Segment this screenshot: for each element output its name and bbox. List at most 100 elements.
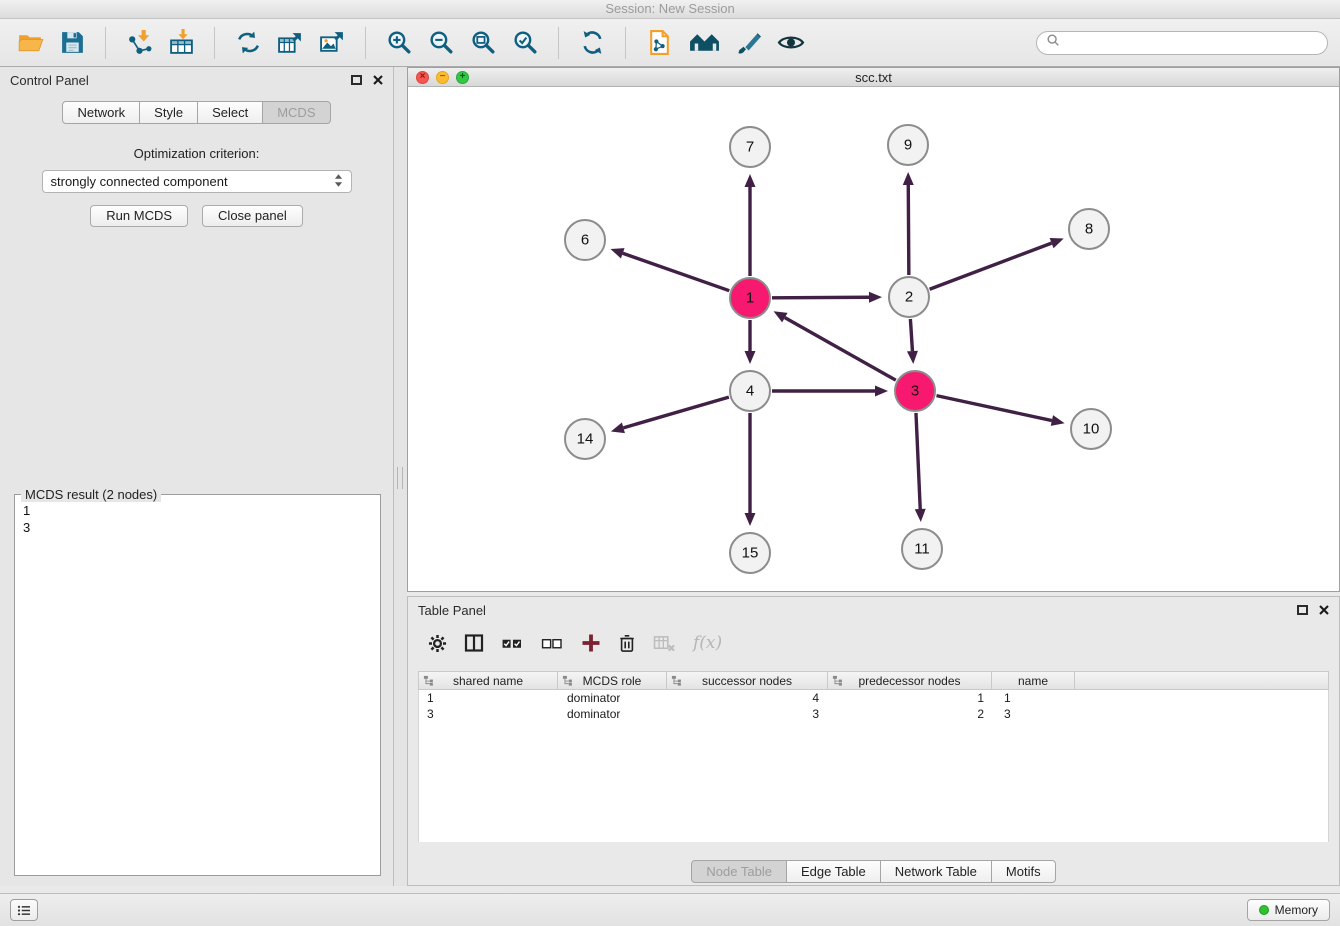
table-panel: Table Panel f(x) shared (407, 596, 1340, 886)
search-box[interactable] (1036, 31, 1328, 55)
svg-text:4: 4 (746, 383, 754, 400)
column-header-successor-nodes[interactable]: successor nodes (666, 671, 828, 690)
tab-motifs[interactable]: Motifs (991, 860, 1056, 883)
graph-node-11[interactable]: 11 (902, 529, 942, 569)
network-file-icon[interactable] (641, 24, 677, 62)
style-paint-icon[interactable] (731, 24, 767, 62)
select-all-columns-icon[interactable] (501, 635, 524, 652)
status-bar: Memory (0, 893, 1340, 926)
close-panel-button[interactable]: Close panel (202, 205, 303, 227)
column-type-icon (562, 675, 573, 689)
zoom-out-icon[interactable] (423, 24, 459, 62)
network-overview-icon[interactable] (683, 24, 725, 62)
tab-mcds[interactable]: MCDS (262, 101, 330, 124)
mcds-result-group: MCDS result (2 nodes) 13 (14, 494, 381, 876)
graph-node-15[interactable]: 15 (730, 533, 770, 573)
memory-button[interactable]: Memory (1247, 899, 1330, 921)
graph-edge-3-1[interactable] (785, 318, 896, 381)
graph-node-9[interactable]: 9 (888, 125, 928, 165)
graph-edge-1-6[interactable] (623, 253, 730, 290)
close-panel-icon[interactable] (373, 75, 383, 85)
graph-edge-arrow (869, 292, 882, 303)
zoom-in-icon[interactable] (381, 24, 417, 62)
float-table-panel-icon[interactable] (1297, 605, 1308, 615)
table-panel-title: Table Panel (418, 603, 486, 618)
mcds-result-item[interactable]: 3 (23, 519, 372, 536)
graph-node-1[interactable]: 1 (730, 278, 770, 318)
vertical-splitter[interactable] (394, 67, 407, 886)
graph-node-2[interactable]: 2 (889, 277, 929, 317)
maximize-window-icon[interactable]: + (456, 71, 469, 84)
export-image-icon[interactable] (314, 24, 350, 62)
graph-edge-3-10[interactable] (937, 396, 1052, 421)
network-graph[interactable]: 7 9 6 8 1 2 4 3 14 10 15 11 (408, 87, 1339, 591)
mcds-result-item[interactable]: 1 (23, 502, 372, 519)
graph-node-7[interactable]: 7 (730, 127, 770, 167)
tab-style[interactable]: Style (139, 101, 198, 124)
export-table-icon[interactable] (272, 24, 308, 62)
float-panel-icon[interactable] (351, 75, 362, 85)
show-columns-icon[interactable] (464, 633, 484, 653)
optimization-criterion-select[interactable]: strongly connected component (42, 170, 352, 193)
memory-status-dot-icon (1259, 905, 1269, 915)
tab-edge-table[interactable]: Edge Table (786, 860, 881, 883)
close-window-icon[interactable]: × (416, 71, 429, 84)
column-header-predecessor-nodes[interactable]: predecessor nodes (827, 671, 992, 690)
graph-edge-4-14[interactable] (623, 397, 728, 428)
graph-edge-arrow (875, 386, 888, 397)
import-table-icon[interactable] (163, 24, 199, 62)
unselect-all-columns-icon[interactable] (541, 635, 564, 652)
save-session-icon[interactable] (54, 24, 90, 62)
tab-select[interactable]: Select (197, 101, 263, 124)
tab-node-table[interactable]: Node Table (691, 860, 787, 883)
graph-node-6[interactable]: 6 (565, 220, 605, 260)
graph-node-10[interactable]: 10 (1071, 409, 1111, 449)
graph-edge-arrow (907, 351, 918, 364)
import-network-icon[interactable] (121, 24, 157, 62)
graph-edge-2-3[interactable] (910, 319, 912, 351)
graph-edge-arrow (610, 248, 624, 258)
table-cell: 3 (669, 707, 831, 721)
svg-text:7: 7 (746, 139, 754, 156)
table-cell: 4 (669, 691, 831, 705)
table-row[interactable]: 1dominator411 (419, 690, 1328, 706)
graph-edge-arrow (903, 172, 914, 185)
tab-network[interactable]: Network (62, 101, 140, 124)
search-input[interactable] (1065, 35, 1318, 50)
graph-edge-arrow (745, 174, 756, 187)
open-session-icon[interactable] (12, 24, 48, 62)
show-hide-eye-icon[interactable] (773, 24, 809, 62)
create-column-plus-icon[interactable] (581, 633, 601, 653)
graph-edge-1-2[interactable] (772, 297, 869, 298)
zoom-fit-icon[interactable] (465, 24, 501, 62)
network-window-titlebar[interactable]: scc.txt × − + (408, 68, 1339, 87)
svg-text:15: 15 (742, 545, 759, 562)
toolbar-separator (625, 27, 626, 59)
minimize-window-icon[interactable]: − (436, 71, 449, 84)
graph-node-4[interactable]: 4 (730, 371, 770, 411)
svg-text:9: 9 (904, 137, 912, 154)
apply-layout-icon[interactable] (574, 24, 610, 62)
graph-node-3[interactable]: 3 (895, 371, 935, 411)
mcds-result-list[interactable]: 13 (15, 495, 380, 543)
delete-column-trash-icon[interactable] (618, 633, 636, 653)
tab-network-table[interactable]: Network Table (880, 860, 992, 883)
column-header-mcds-role[interactable]: MCDS role (557, 671, 667, 690)
splitter-grip[interactable] (397, 467, 403, 489)
export-network-icon[interactable] (230, 24, 266, 62)
column-header-name[interactable]: name (991, 671, 1075, 690)
table-row[interactable]: 3dominator323 (419, 706, 1328, 722)
zoom-selected-icon[interactable] (507, 24, 543, 62)
close-table-panel-icon[interactable] (1319, 605, 1329, 615)
table-settings-gear-icon[interactable] (428, 634, 447, 653)
column-header-shared-name[interactable]: shared name (418, 671, 558, 690)
graph-edge-2-8[interactable] (930, 243, 1052, 289)
graph-node-8[interactable]: 8 (1069, 209, 1109, 249)
run-mcds-button[interactable]: Run MCDS (90, 205, 188, 227)
graph-edge-2-9[interactable] (908, 185, 909, 275)
graph-node-14[interactable]: 14 (565, 419, 605, 459)
graph-edge-3-11[interactable] (916, 413, 920, 509)
svg-text:2: 2 (905, 289, 913, 306)
panel-menu-button[interactable] (10, 899, 38, 921)
window-titlebar[interactable]: Session: New Session (0, 0, 1340, 19)
